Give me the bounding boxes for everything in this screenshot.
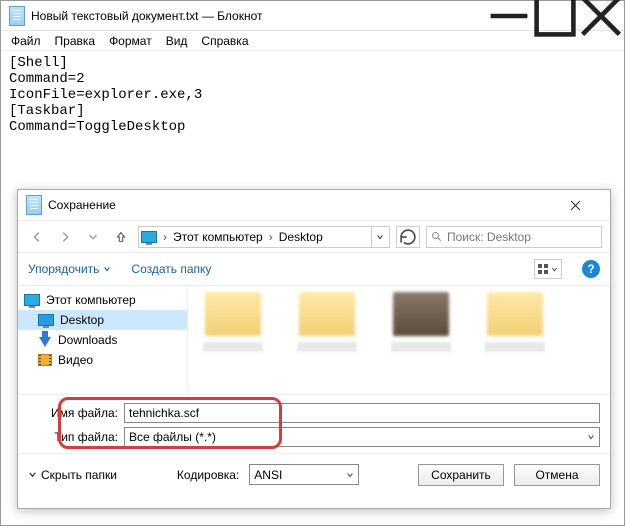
tree-downloads[interactable]: Downloads [18, 330, 187, 350]
menu-file[interactable]: Файл [11, 34, 41, 48]
tree-desktop[interactable]: Desktop [18, 310, 187, 330]
chevron-right-icon: › [161, 230, 169, 244]
toolbar: Упорядочить Создать папку ? [18, 252, 610, 286]
pc-icon [141, 231, 157, 243]
filetype-label: Тип файла: [28, 430, 118, 444]
encoding-label: Кодировка: [177, 468, 239, 482]
back-button[interactable] [26, 226, 48, 248]
minimize-button[interactable] [486, 1, 532, 30]
save-dialog: Сохранение › Этот компьютер › Desktop По… [17, 189, 611, 509]
tree-label: Downloads [58, 333, 117, 347]
up-button[interactable] [110, 226, 132, 248]
search-icon [431, 231, 443, 243]
menu-help[interactable]: Справка [201, 34, 248, 48]
new-folder-button[interactable]: Создать папку [131, 262, 211, 276]
tree-videos[interactable]: Видео [18, 350, 187, 370]
organize-label: Упорядочить [28, 262, 99, 276]
tree-label: Desktop [60, 313, 104, 327]
save-button[interactable]: Сохранить [418, 464, 504, 486]
menu-edit[interactable]: Правка [55, 34, 96, 48]
file-fields: Имя файла: Тип файла: Все файлы (*.*) [18, 394, 610, 453]
hide-folders-label: Скрыть папки [41, 468, 117, 482]
grid-icon [538, 264, 548, 274]
pc-icon [24, 294, 40, 306]
search-placeholder: Поиск: Desktop [447, 230, 531, 244]
dialog-title: Сохранение [48, 198, 570, 212]
encoding-select[interactable]: ANSI [249, 464, 359, 485]
filename-input[interactable] [124, 403, 600, 423]
breadcrumb[interactable]: › Этот компьютер › Desktop [138, 226, 390, 248]
crumb-root[interactable]: Этот компьютер [173, 230, 263, 244]
tree-this-pc[interactable]: Этот компьютер [18, 290, 187, 310]
menu-view[interactable]: Вид [166, 34, 188, 48]
chevron-down-icon [28, 470, 37, 479]
help-button[interactable]: ? [582, 260, 600, 278]
forward-button[interactable] [54, 226, 76, 248]
download-icon [39, 337, 51, 347]
crumb-leaf[interactable]: Desktop [279, 230, 323, 244]
view-mode-button[interactable] [534, 259, 562, 279]
crumb-dropdown[interactable] [371, 227, 387, 247]
maximize-button[interactable] [532, 1, 578, 30]
chevron-down-icon [103, 265, 111, 273]
search-input[interactable]: Поиск: Desktop [426, 226, 602, 248]
refresh-button[interactable] [396, 226, 420, 248]
organize-menu[interactable]: Упорядочить [28, 262, 111, 276]
video-icon [38, 354, 52, 366]
explorer-pane: Этот компьютер Desktop Downloads Видео [18, 286, 610, 394]
chevron-right-icon: › [267, 230, 275, 244]
close-icon[interactable] [570, 200, 610, 211]
chevron-down-icon [346, 471, 354, 479]
file-item[interactable] [386, 292, 456, 382]
notepad-titlebar: Новый текстовый документ.txt — Блокнот [1, 1, 624, 31]
recent-dropdown[interactable] [82, 226, 104, 248]
file-list[interactable] [188, 286, 610, 394]
notepad-icon [9, 6, 25, 26]
notepad-title: Новый текстовый документ.txt — Блокнот [31, 9, 486, 23]
filename-label: Имя файла: [28, 406, 118, 420]
filetype-value: Все файлы (*.*) [129, 430, 216, 444]
tree-label: Видео [58, 353, 93, 367]
window-buttons [486, 1, 624, 30]
notepad-textarea[interactable]: [Shell] Command=2 IconFile=explorer.exe,… [1, 51, 624, 139]
file-item[interactable] [198, 292, 268, 382]
menu-format[interactable]: Формат [109, 34, 152, 48]
dialog-titlebar: Сохранение [18, 190, 610, 220]
file-item[interactable] [292, 292, 362, 382]
nav-bar: › Этот компьютер › Desktop Поиск: Deskto… [18, 220, 610, 252]
desktop-icon [38, 314, 54, 326]
hide-folders-toggle[interactable]: Скрыть папки [28, 468, 117, 482]
notepad-icon [26, 195, 42, 215]
encoding-value: ANSI [254, 468, 282, 482]
cancel-button[interactable]: Отмена [514, 464, 600, 486]
dialog-bottom-bar: Скрыть папки Кодировка: ANSI Сохранить О… [18, 453, 610, 495]
tree-nav: Этот компьютер Desktop Downloads Видео [18, 286, 188, 394]
close-button[interactable] [578, 1, 624, 30]
chevron-down-icon [587, 433, 595, 441]
chevron-down-icon [551, 266, 558, 273]
filetype-select[interactable]: Все файлы (*.*) [124, 427, 600, 447]
tree-label: Этот компьютер [46, 293, 136, 307]
file-item[interactable] [480, 292, 550, 382]
